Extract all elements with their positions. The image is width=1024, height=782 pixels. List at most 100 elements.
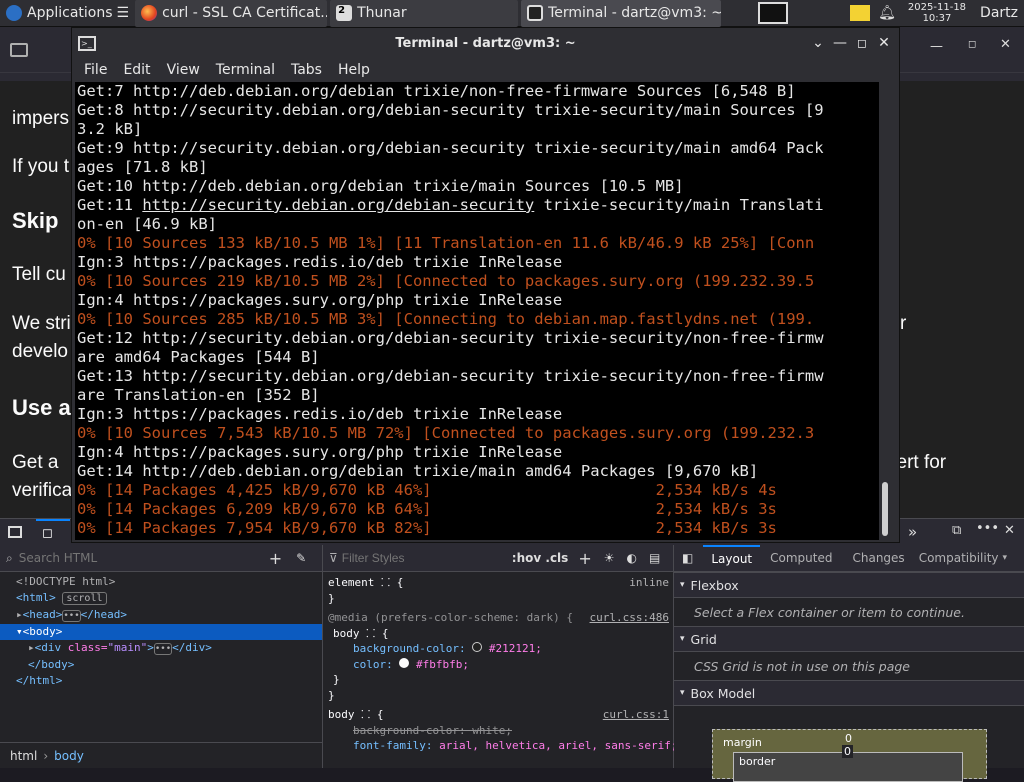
- terminal-line: Get:11 http://security.debian.org/debian…: [77, 196, 824, 214]
- terminal-line: 0% [14 Packages 7,954 kB/9,670 kB 82%] 2…: [77, 519, 777, 537]
- terminal-line: Get:13 http://security.debian.org/debian…: [77, 367, 824, 385]
- tree-node[interactable]: <html> scroll: [0, 590, 322, 607]
- terminal-output[interactable]: Get:7 http://deb.debian.org/debian trixi…: [75, 82, 880, 540]
- light-theme-icon[interactable]: ☀: [604, 551, 615, 565]
- tree-node[interactable]: ▸<head>•••</head>: [0, 607, 322, 624]
- terminal-icon: [527, 5, 544, 21]
- tab-layout[interactable]: Layout: [703, 544, 761, 572]
- overflow-menu-icon[interactable]: •••: [976, 521, 999, 536]
- grid-section[interactable]: ▾ Grid: [674, 626, 1024, 652]
- page-text: Tell cu: [12, 264, 66, 285]
- window-title: Terminal - dartz@vm3: ~: [395, 35, 576, 51]
- page-heading: Use a: [12, 395, 71, 420]
- breadcrumb-item[interactable]: html: [10, 749, 37, 763]
- minimize-icon[interactable]: —: [829, 32, 851, 54]
- tab-list-icon[interactable]: [10, 42, 28, 57]
- terminal-window: >_ Terminal - dartz@vm3: ~ ⌄ — ◻ ✕ File …: [71, 27, 900, 543]
- search-input[interactable]: [18, 551, 239, 565]
- hov-cls-toggle[interactable]: :hov .cls: [512, 551, 569, 565]
- menu-view[interactable]: View: [159, 62, 208, 78]
- menu-edit[interactable]: Edit: [115, 62, 158, 78]
- box-model-section[interactable]: ▾ Box Model: [674, 680, 1024, 706]
- add-node-icon[interactable]: +: [269, 549, 282, 568]
- terminal-line: Get:12 http://security.debian.org/debian…: [77, 329, 824, 347]
- tree-node[interactable]: <!DOCTYPE html>: [0, 574, 322, 590]
- minimize-icon[interactable]: —: [930, 39, 943, 54]
- page-text: impers: [12, 108, 70, 129]
- css-declaration[interactable]: font-family: arial, helvetica, ariel, sa…: [323, 738, 678, 754]
- terminal-scrollbar[interactable]: [879, 82, 891, 540]
- close-devtools-icon[interactable]: ✕: [1004, 523, 1015, 538]
- terminal-line: 0% [10 Sources 285 kB/10.5 MB 3%] [Conne…: [77, 310, 815, 328]
- tree-node-selected[interactable]: ▾<body>: [0, 624, 322, 640]
- terminal-titlebar[interactable]: >_ Terminal - dartz@vm3: ~ ⌄ — ◻ ✕: [72, 28, 899, 58]
- terminal-line: Get:10 http://deb.debian.org/debian trix…: [77, 177, 684, 195]
- expand-arrow-icon[interactable]: ▸: [16, 608, 23, 621]
- tree-node[interactable]: </body>: [0, 657, 322, 673]
- eyedropper-icon[interactable]: ✎: [296, 551, 306, 565]
- toggle-sidebar-icon[interactable]: ◧: [682, 551, 693, 565]
- element-picker-icon[interactable]: [8, 526, 22, 538]
- filter-icon: ⊽: [329, 551, 338, 565]
- inspector-searchbar: ⌕ + ✎: [0, 545, 322, 572]
- terminal-link[interactable]: http://security.debian.org/debian-securi…: [142, 196, 534, 214]
- add-rule-icon[interactable]: +: [578, 549, 591, 568]
- dock-icon[interactable]: ⧉: [952, 523, 961, 538]
- filter-styles-input[interactable]: [341, 551, 492, 565]
- more-tools-icon[interactable]: »: [908, 523, 917, 541]
- menu-tabs[interactable]: Tabs: [283, 62, 330, 78]
- menu-terminal[interactable]: Terminal: [208, 62, 283, 78]
- tree-node[interactable]: ▸<div class="main">•••</div>: [0, 640, 322, 657]
- css-declaration-overridden[interactable]: background-color: white;: [323, 723, 673, 739]
- rules-filterbar: ⊽ :hov .cls + ☀ ◐ ▤: [323, 545, 673, 572]
- css-declaration[interactable]: color: #fbfbfb;: [323, 657, 673, 673]
- maximize-icon[interactable]: ◻: [851, 32, 873, 54]
- taskbar-item-terminal[interactable]: Terminal - dartz@vm3: ~: [521, 0, 722, 27]
- menu-arrow-icon[interactable]: ⌄: [807, 32, 829, 54]
- terminal-launcher-icon[interactable]: [758, 2, 789, 24]
- tab-changes[interactable]: Changes: [842, 551, 914, 565]
- chevron-down-icon[interactable]: ▾: [1003, 553, 1008, 563]
- applications-menu[interactable]: Applications ☰: [0, 0, 135, 27]
- menu-help[interactable]: Help: [330, 62, 378, 78]
- box-border: border 0: [733, 745, 963, 782]
- close-icon[interactable]: ✕: [873, 32, 895, 54]
- tab-computed[interactable]: Computed: [760, 551, 842, 565]
- breadcrumb-item[interactable]: body: [54, 749, 84, 763]
- workspace-switcher[interactable]: [752, 0, 794, 27]
- maximize-icon[interactable]: ◻: [968, 39, 976, 50]
- page-text: If you t: [12, 156, 70, 177]
- user-menu[interactable]: Dartz: [974, 0, 1024, 27]
- source-link[interactable]: curl.css:1: [603, 707, 669, 723]
- dark-theme-icon[interactable]: ◐: [626, 551, 636, 565]
- breadcrumb: html › body: [0, 742, 322, 768]
- notification-bell-icon[interactable]: 🔔︎: [878, 5, 896, 21]
- color-swatch-icon[interactable]: [472, 642, 483, 652]
- terminal-line: 0% [14 Packages 4,425 kB/9,670 kB 46%] 2…: [77, 481, 777, 499]
- terminal-line: Ign:3 https://packages.redis.io/deb trix…: [77, 405, 563, 423]
- page-text: verifica: [12, 480, 73, 501]
- scrollbar-thumb[interactable]: [882, 482, 888, 536]
- taskbar-item-thunar[interactable]: 2 Thunar: [330, 0, 519, 27]
- menu-file[interactable]: File: [76, 62, 115, 78]
- source-link[interactable]: curl.css:486: [590, 610, 669, 626]
- print-media-icon[interactable]: ▤: [649, 551, 660, 565]
- taskbar-item-firefox[interactable]: curl - SSL CA Certificat...: [135, 0, 328, 27]
- terminal-line: Get:7 http://deb.debian.org/debian trixi…: [77, 82, 796, 100]
- search-icon: ⌕: [6, 550, 13, 565]
- tab-compatibility[interactable]: Compatibility: [915, 551, 1003, 565]
- terminal-line: 0% [14 Packages 6,209 kB/9,670 kB 64%] 2…: [77, 500, 777, 518]
- inspector-tab[interactable]: ◻: [36, 518, 70, 546]
- chevron-right-icon: ›: [43, 748, 49, 763]
- tree-node[interactable]: </html>: [0, 673, 322, 689]
- terminal-line: Get:9 http://security.debian.org/debian-…: [77, 139, 824, 157]
- flexbox-section[interactable]: ▾ Flexbox: [674, 572, 1024, 598]
- terminal-line: 3.2 kB]: [77, 120, 143, 138]
- notes-icon[interactable]: [850, 5, 871, 21]
- color-swatch-icon[interactable]: [399, 657, 410, 668]
- close-icon[interactable]: ✕: [1000, 37, 1011, 52]
- css-declaration[interactable]: background-color: #212121;: [323, 641, 673, 657]
- html-tree: <!DOCTYPE html> <html> scroll ▸<head>•••…: [0, 572, 322, 689]
- terminal-line: 0% [10 Sources 219 kB/10.5 MB 2%] [Conne…: [77, 272, 815, 290]
- clock[interactable]: 2025-11-18 10:37: [900, 2, 974, 24]
